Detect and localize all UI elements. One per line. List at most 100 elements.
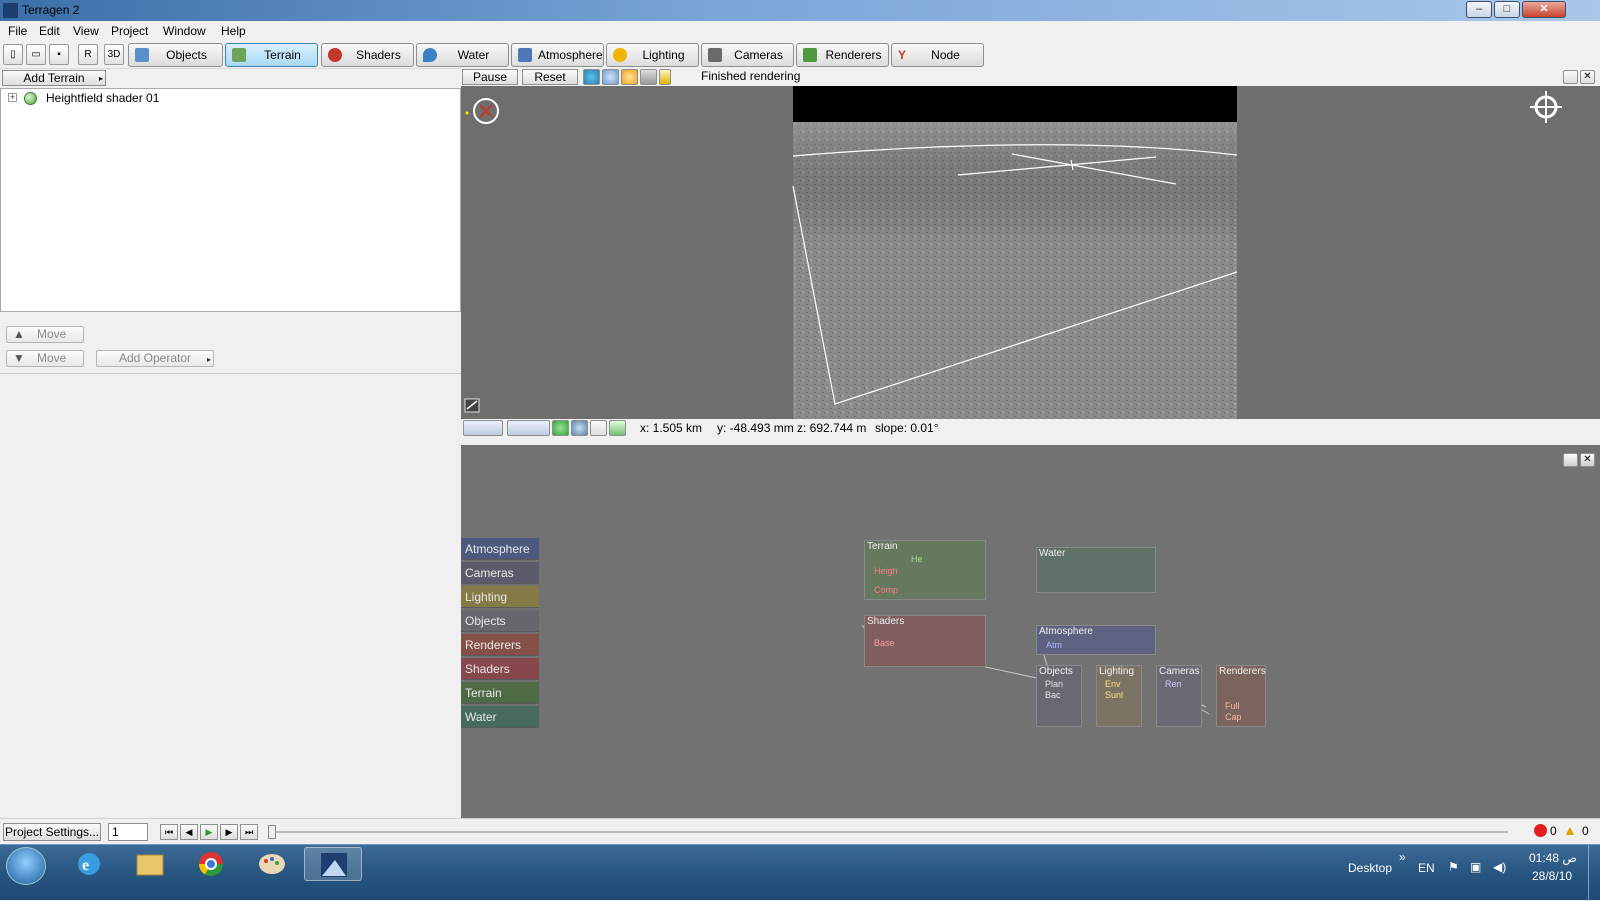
menu-view[interactable]: View <box>73 24 99 38</box>
show-desktop-button[interactable] <box>1588 845 1600 901</box>
terragen-taskbar-icon[interactable] <box>304 847 362 881</box>
render-icon[interactable]: R <box>78 44 98 65</box>
tree-item-heightfield-shader[interactable]: Heightfield shader 01 <box>46 91 159 105</box>
maximize-pane-icon[interactable] <box>1563 70 1578 84</box>
menu-file[interactable]: File <box>8 24 27 38</box>
node-network-panel[interactable]: ✕ Atmosphere Cameras Lighting Objects Re… <box>461 445 1600 818</box>
port-bac[interactable]: Bac <box>1045 690 1061 700</box>
tab-objects-label: Objects <box>166 48 207 62</box>
frame-icon[interactable] <box>590 420 607 436</box>
group-shaders[interactable]: Shaders Base <box>864 615 986 667</box>
tab-objects[interactable]: Objects <box>128 43 223 67</box>
internet-explorer-icon[interactable]: e <box>60 847 118 881</box>
tab-shaders[interactable]: Shaders <box>321 43 414 67</box>
next-frame-icon[interactable]: ▶ <box>220 824 238 840</box>
menu-window[interactable]: Window <box>163 24 206 38</box>
menu-help[interactable]: Help <box>221 24 246 38</box>
svg-text:e: e <box>82 857 89 874</box>
camera-view-icon[interactable] <box>463 420 503 436</box>
volume-icon[interactable]: ◀) <box>1493 860 1506 874</box>
maximize-button[interactable]: □ <box>1494 1 1520 18</box>
menu-edit[interactable]: Edit <box>39 24 60 38</box>
file-explorer-icon[interactable] <box>121 847 179 881</box>
close-button[interactable]: ✕ <box>1522 1 1566 18</box>
port-atm[interactable]: Atm <box>1046 640 1062 650</box>
port-env[interactable]: Env <box>1105 679 1121 689</box>
new-file-icon[interactable]: ▯ <box>3 44 23 65</box>
clock-time[interactable]: 01:48 ص <box>1529 851 1577 865</box>
reset-button[interactable]: Reset <box>522 69 578 85</box>
globe-icon[interactable] <box>583 69 600 85</box>
eye-icon[interactable] <box>571 420 588 436</box>
project-settings-button[interactable]: Project Settings... <box>3 823 101 841</box>
save-icon[interactable]: ▪ <box>49 44 69 65</box>
compass-icon[interactable] <box>465 98 499 124</box>
previous-frame-icon[interactable]: ◀ <box>180 824 198 840</box>
brush-icon[interactable] <box>640 69 657 85</box>
start-button[interactable] <box>6 847 46 885</box>
port-full[interactable]: Full <box>1225 701 1240 711</box>
tab-water[interactable]: Water <box>416 43 509 67</box>
3d-preview-icon[interactable]: 3D <box>104 44 124 65</box>
tab-terrain[interactable]: Terrain <box>225 43 318 67</box>
port-base[interactable]: Base <box>874 638 895 648</box>
zoom-toggle-icon[interactable] <box>464 398 480 413</box>
port-cap[interactable]: Cap <box>1225 712 1242 722</box>
tab-lighting[interactable]: Lighting <box>606 43 699 67</box>
move-down-button[interactable]: ▼ Move <box>6 350 84 367</box>
chevron-icon[interactable]: » <box>1399 850 1406 864</box>
tab-lighting-label: Lighting <box>642 48 685 62</box>
cloud-icon[interactable] <box>602 69 619 85</box>
tab-node-network[interactable]: Y Node Network <box>891 43 984 84</box>
sun-icon[interactable] <box>621 69 638 85</box>
clock-date[interactable]: 28/8/10 <box>1532 869 1572 883</box>
slope-icon[interactable] <box>609 420 626 436</box>
group-terrain[interactable]: Terrain He Heigh Comp <box>864 540 986 600</box>
group-water[interactable]: Water <box>1036 547 1156 593</box>
language-indicator[interactable]: EN <box>1418 861 1435 875</box>
port-heigh[interactable]: Heigh <box>874 566 898 576</box>
tab-atmosphere[interactable]: Atmosphere <box>511 43 604 67</box>
refresh-icon[interactable] <box>552 420 569 436</box>
expand-icon[interactable]: + <box>8 93 17 102</box>
warning-icon[interactable]: ▲ <box>1563 822 1577 838</box>
desktop-toolbar-label[interactable]: Desktop <box>1348 861 1392 875</box>
port-he[interactable]: He <box>911 554 923 564</box>
first-frame-icon[interactable]: ⏮ <box>160 824 178 840</box>
timeline-slider-thumb[interactable] <box>268 825 276 839</box>
group-atmosphere[interactable]: Atmosphere Atm <box>1036 625 1156 655</box>
group-cameras[interactable]: Cameras Ren <box>1156 665 1202 727</box>
group-lighting[interactable]: Lighting Env Sunl <box>1096 665 1142 727</box>
paint-icon[interactable] <box>243 847 301 881</box>
port-comp[interactable]: Comp <box>874 585 898 595</box>
error-icon[interactable] <box>1534 824 1547 837</box>
3d-viewport[interactable] <box>461 86 1600 419</box>
open-folder-icon[interactable]: ▭ <box>26 44 46 65</box>
port-sunl[interactable]: Sunl <box>1105 690 1123 700</box>
pencil-icon[interactable] <box>659 69 671 85</box>
timeline-slider[interactable] <box>272 831 1508 833</box>
add-terrain-button[interactable]: Add Terrain ▸ <box>2 70 106 86</box>
tab-renderers[interactable]: Renderers <box>796 43 889 67</box>
last-frame-icon[interactable]: ⏭ <box>240 824 258 840</box>
play-icon[interactable]: ▶ <box>200 824 218 840</box>
frame-input[interactable]: 1 <box>108 823 148 841</box>
camera-select-icon[interactable] <box>507 420 550 436</box>
group-renderers[interactable]: Renderers Full Cap <box>1216 665 1266 727</box>
group-objects[interactable]: Objects Plan Bac <box>1036 665 1082 727</box>
port-ren[interactable]: Ren <box>1165 679 1182 689</box>
port-plan[interactable]: Plan <box>1045 679 1063 689</box>
navigation-icon[interactable] <box>1530 91 1562 123</box>
flag-icon[interactable]: ⚑ <box>1448 860 1459 874</box>
add-operator-button[interactable]: Add Operator ▸ <box>96 350 214 367</box>
tab-cameras[interactable]: Cameras <box>701 43 794 67</box>
move-up-button[interactable]: ▲ Move <box>6 326 84 343</box>
renderer-icon <box>803 48 817 62</box>
close-pane-icon[interactable]: ✕ <box>1580 70 1595 84</box>
menu-project[interactable]: Project <box>111 24 148 38</box>
network-icon[interactable]: ▣ <box>1470 860 1481 874</box>
pause-button[interactable]: Pause <box>462 69 518 85</box>
chrome-icon[interactable] <box>182 847 240 881</box>
shaders-icon <box>328 48 342 62</box>
minimize-button[interactable]: – <box>1466 1 1492 18</box>
